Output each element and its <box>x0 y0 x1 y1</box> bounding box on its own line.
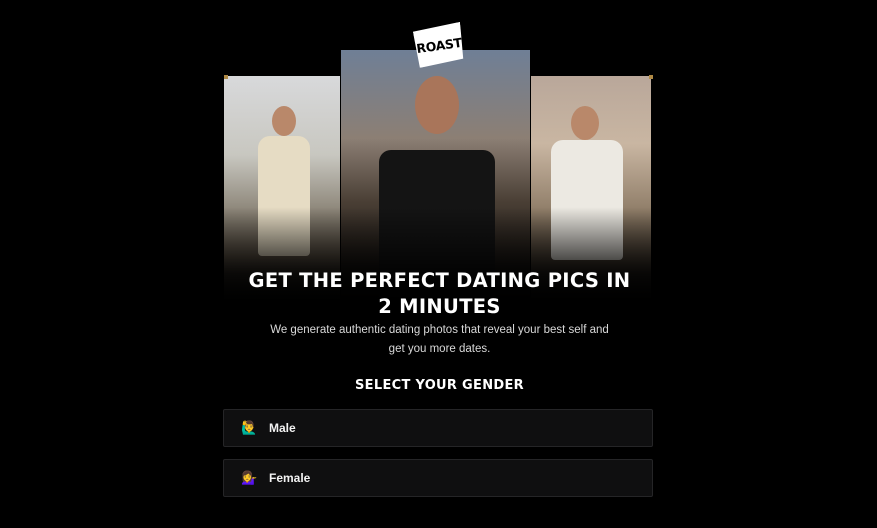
gender-option-male[interactable]: 🙋‍♂️ Male <box>223 409 653 447</box>
corner-marker <box>224 75 228 79</box>
subtitle-line-1: We generate authentic dating photos that… <box>270 324 609 336</box>
corner-marker <box>649 75 653 79</box>
person-head <box>272 106 296 136</box>
gender-option-label: Female <box>269 471 311 485</box>
headline-line-2: 2 MINUTES <box>378 295 501 318</box>
man-raising-hand-icon: 🙋‍♂️ <box>241 420 258 435</box>
person-head <box>415 76 459 134</box>
page-subtitle: We generate authentic dating photos that… <box>244 321 635 359</box>
gender-section-label: SELECT YOUR GENDER <box>355 378 524 393</box>
logo-text: ROAST <box>415 34 463 56</box>
headline-line-1: GET THE PERFECT DATING PICS IN <box>248 269 631 292</box>
gender-option-female[interactable]: 💁‍♀️ Female <box>223 459 653 497</box>
woman-tipping-hand-icon: 💁‍♀️ <box>241 470 258 485</box>
subtitle-line-2: get you more dates. <box>388 343 491 355</box>
page-headline: GET THE PERFECT DATING PICS IN 2 MINUTES <box>224 268 655 320</box>
hero-photo-collage <box>224 44 655 302</box>
gender-option-label: Male <box>269 421 296 435</box>
hero-photo-center <box>341 50 530 302</box>
person-head <box>571 106 599 140</box>
